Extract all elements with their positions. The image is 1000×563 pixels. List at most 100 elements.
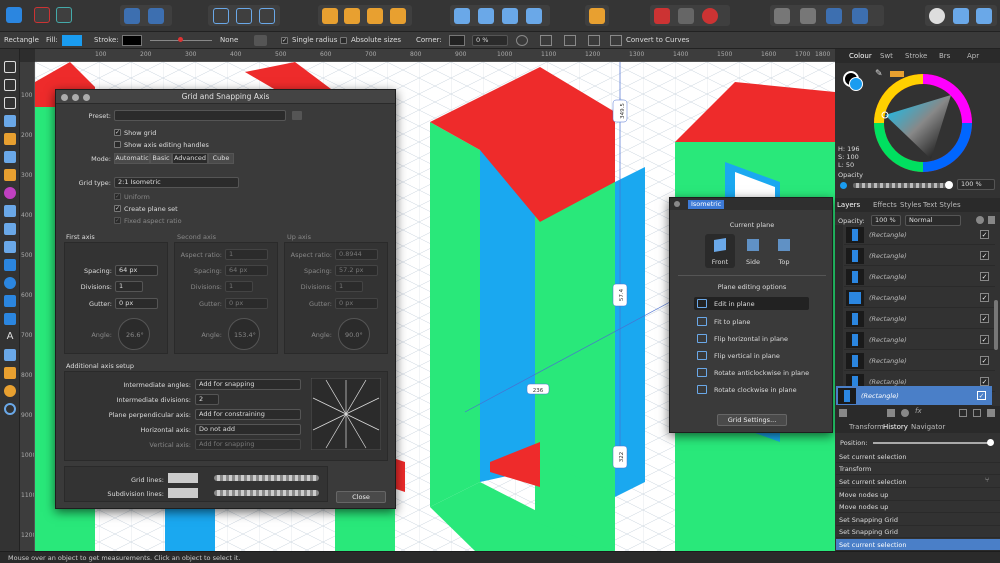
point-transform-tool-icon[interactable] xyxy=(4,115,16,127)
align-left-icon[interactable] xyxy=(540,35,552,46)
move-to-front-icon[interactable] xyxy=(390,8,406,24)
tab-brushes[interactable]: Brs xyxy=(939,52,950,60)
corner-tool-icon[interactable] xyxy=(4,97,16,109)
history-item[interactable]: Set current selection xyxy=(836,451,1000,463)
second-aspect-field[interactable]: 1 xyxy=(225,249,268,260)
up-aspect-field[interactable]: 0.8944 xyxy=(335,249,378,260)
option-rotate-anticlockwise[interactable]: Rotate anticlockwise in plane xyxy=(694,366,809,379)
mode-cube[interactable]: Cube xyxy=(208,153,234,164)
layer-visibility-checkbox[interactable]: ✓ xyxy=(980,251,989,260)
intermediate-angles-dropdown[interactable]: Add for snapping xyxy=(195,379,301,390)
minimize-window-icon[interactable] xyxy=(72,94,79,101)
flip-horizontal-icon[interactable] xyxy=(454,8,470,24)
pixel-persona-icon[interactable] xyxy=(34,7,50,23)
rounded-rectangle-tool-icon[interactable] xyxy=(4,295,16,307)
grid-lines-opacity-slider[interactable] xyxy=(214,475,319,481)
layer-row[interactable]: (Rectangle) ✓ xyxy=(844,330,995,350)
preferences-icon[interactable] xyxy=(953,8,969,24)
text-tool-icon[interactable]: A xyxy=(4,331,16,343)
up-divisions-field[interactable]: 1 xyxy=(335,281,363,292)
stroke-swatch[interactable] xyxy=(122,35,142,46)
layer-visibility-checkbox[interactable]: ✓ xyxy=(980,314,989,323)
plane-side-button[interactable]: Side xyxy=(738,234,768,268)
tab-history[interactable]: History xyxy=(883,423,908,431)
ellipse-tool-icon[interactable] xyxy=(4,277,16,289)
zoom-tool-icon[interactable] xyxy=(4,403,16,415)
preset-menu-icon[interactable] xyxy=(292,111,302,120)
layer-stack-icon[interactable] xyxy=(839,409,847,417)
brush-tool-icon[interactable] xyxy=(4,169,16,181)
lock-icon[interactable] xyxy=(988,216,995,224)
mode-advanced[interactable]: Advanced xyxy=(172,153,208,164)
pen-tool-icon[interactable] xyxy=(4,133,16,145)
convert-to-curves-button[interactable]: Convert to Curves xyxy=(626,36,689,44)
tab-text-styles[interactable]: Text Styles xyxy=(923,201,961,209)
layer-visibility-checkbox[interactable]: ✓ xyxy=(980,293,989,302)
tab-swatches[interactable]: Swt xyxy=(880,52,893,60)
transparency-tool-icon[interactable] xyxy=(4,205,16,217)
first-gutter-field[interactable]: 0 px xyxy=(115,298,158,309)
vertical-axis-dropdown[interactable]: Add for snapping xyxy=(195,439,301,450)
layer-row[interactable]: (Rectangle) ✓ xyxy=(844,309,995,329)
plane-front-button[interactable]: Front xyxy=(705,234,735,268)
tab-appearance[interactable]: Apr xyxy=(967,52,979,60)
close-window-icon[interactable] xyxy=(61,94,68,101)
shape-green-face-left[interactable] xyxy=(430,122,480,507)
node-tool-icon[interactable] xyxy=(4,79,16,91)
layer-row[interactable]: (Rectangle) ✓ xyxy=(844,225,995,245)
shape-green-face-right2[interactable] xyxy=(540,182,615,492)
show-grid-checkbox[interactable]: ✓ xyxy=(114,129,121,136)
delete-layer-icon[interactable] xyxy=(987,409,995,417)
align-right-icon[interactable] xyxy=(588,35,600,46)
app-logo-icon[interactable] xyxy=(6,7,22,23)
plane-perpendicular-dropdown[interactable]: Add for constraining xyxy=(195,409,301,420)
convert-to-curves-icon[interactable] xyxy=(610,35,622,46)
adjustment-icon[interactable] xyxy=(901,409,909,417)
layer-row[interactable]: (Rectangle) ✓ xyxy=(844,267,995,287)
tab-transform[interactable]: Transform xyxy=(849,423,884,431)
history-item[interactable]: Set Snapping Grid xyxy=(836,514,1000,526)
opacity-field[interactable]: 100 % xyxy=(957,179,995,190)
transform-origin-icon[interactable] xyxy=(516,35,528,46)
fx-icon[interactable]: fx xyxy=(915,407,925,417)
move-tool-icon[interactable] xyxy=(4,61,16,73)
preset-dropdown[interactable] xyxy=(114,110,286,121)
layer-row[interactable]: (Rectangle) ✓ xyxy=(844,288,995,308)
layer-row[interactable]: (Rectangle) ✓ xyxy=(844,351,995,371)
show-axis-handles-checkbox[interactable] xyxy=(114,141,121,148)
gear-icon[interactable] xyxy=(254,35,267,46)
tab-colour[interactable]: Colour xyxy=(849,52,872,60)
vector-crop-tool-icon[interactable] xyxy=(4,241,16,253)
studio-icon[interactable] xyxy=(976,8,992,24)
align-center-icon[interactable] xyxy=(564,35,576,46)
up-gutter-field[interactable]: 0 px xyxy=(335,298,378,309)
grid-lines-color-swatch[interactable] xyxy=(168,473,198,483)
history-item[interactable]: Transform xyxy=(836,463,1000,475)
plane-top-button[interactable]: Top xyxy=(769,234,799,268)
fill-swatch[interactable] xyxy=(62,35,82,46)
mode-automatic[interactable]: Automatic xyxy=(114,153,150,164)
layer-visibility-checkbox[interactable]: ✓ xyxy=(980,335,989,344)
intersect-boolean-icon[interactable] xyxy=(826,8,842,24)
rectangle-tool-icon[interactable] xyxy=(4,259,16,271)
layers-scrollbar[interactable] xyxy=(994,300,998,350)
option-fit-to-plane[interactable]: Fit to plane xyxy=(694,315,809,328)
first-divisions-field[interactable]: 1 xyxy=(115,281,143,292)
history-item[interactable]: Move nodes up xyxy=(836,501,1000,513)
up-spacing-field[interactable]: 57.2 px xyxy=(335,265,378,276)
export-persona-icon[interactable] xyxy=(56,7,72,23)
table-tool-icon[interactable] xyxy=(4,349,16,361)
move-back-icon[interactable] xyxy=(344,8,360,24)
second-divisions-field[interactable]: 1 xyxy=(225,281,253,292)
history-position-slider[interactable] xyxy=(873,442,991,444)
close-panel-icon[interactable] xyxy=(674,201,680,207)
grid-settings-button[interactable]: Grid Settings... xyxy=(717,414,787,426)
divide-boolean-icon[interactable] xyxy=(852,8,868,24)
close-button[interactable]: Close xyxy=(336,491,386,503)
add-pixel-layer-icon[interactable] xyxy=(973,409,981,417)
snapping-magnet-icon[interactable] xyxy=(702,8,718,24)
assistant-icon[interactable] xyxy=(148,8,164,24)
mode-basic[interactable]: Basic xyxy=(150,153,172,164)
opacity-slider-handle[interactable] xyxy=(945,181,953,189)
second-spacing-field[interactable]: 64 px xyxy=(225,265,268,276)
